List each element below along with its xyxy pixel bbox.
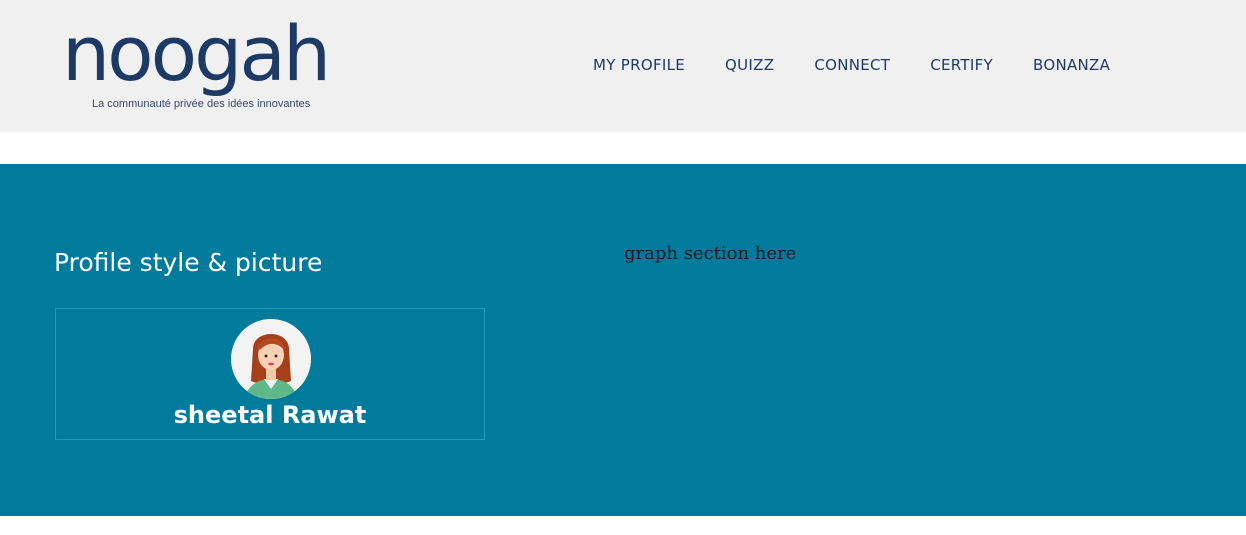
nav-connect[interactable]: CONNECT bbox=[814, 54, 890, 76]
nav-quizz[interactable]: QUIZZ bbox=[725, 54, 774, 76]
nav-my-profile[interactable]: MY PROFILE bbox=[593, 54, 685, 76]
section-title: Profile style & picture bbox=[54, 248, 323, 277]
noogah-logo[interactable]: noogah La communauté privée des idées in… bbox=[62, 14, 332, 118]
profile-band: Profile style & picture sheetal Rawat gr… bbox=[0, 164, 1246, 516]
nav-certify[interactable]: CERTIFY bbox=[930, 54, 993, 76]
main-nav: MY PROFILE QUIZZ CONNECT CERTIFY BONANZA bbox=[593, 54, 1110, 76]
female-avatar-icon bbox=[231, 319, 311, 399]
logo-wordmark: noogah bbox=[62, 9, 331, 98]
graph-section: graph section here bbox=[624, 243, 797, 264]
avatar[interactable] bbox=[231, 319, 311, 399]
profile-card: sheetal Rawat bbox=[55, 308, 485, 440]
logo-tagline: La communauté privée des idées innovante… bbox=[92, 98, 311, 110]
site-header: noogah La communauté privée des idées in… bbox=[0, 0, 1246, 132]
nav-bonanza[interactable]: BONANZA bbox=[1033, 54, 1110, 76]
profile-name: sheetal Rawat bbox=[173, 401, 367, 429]
